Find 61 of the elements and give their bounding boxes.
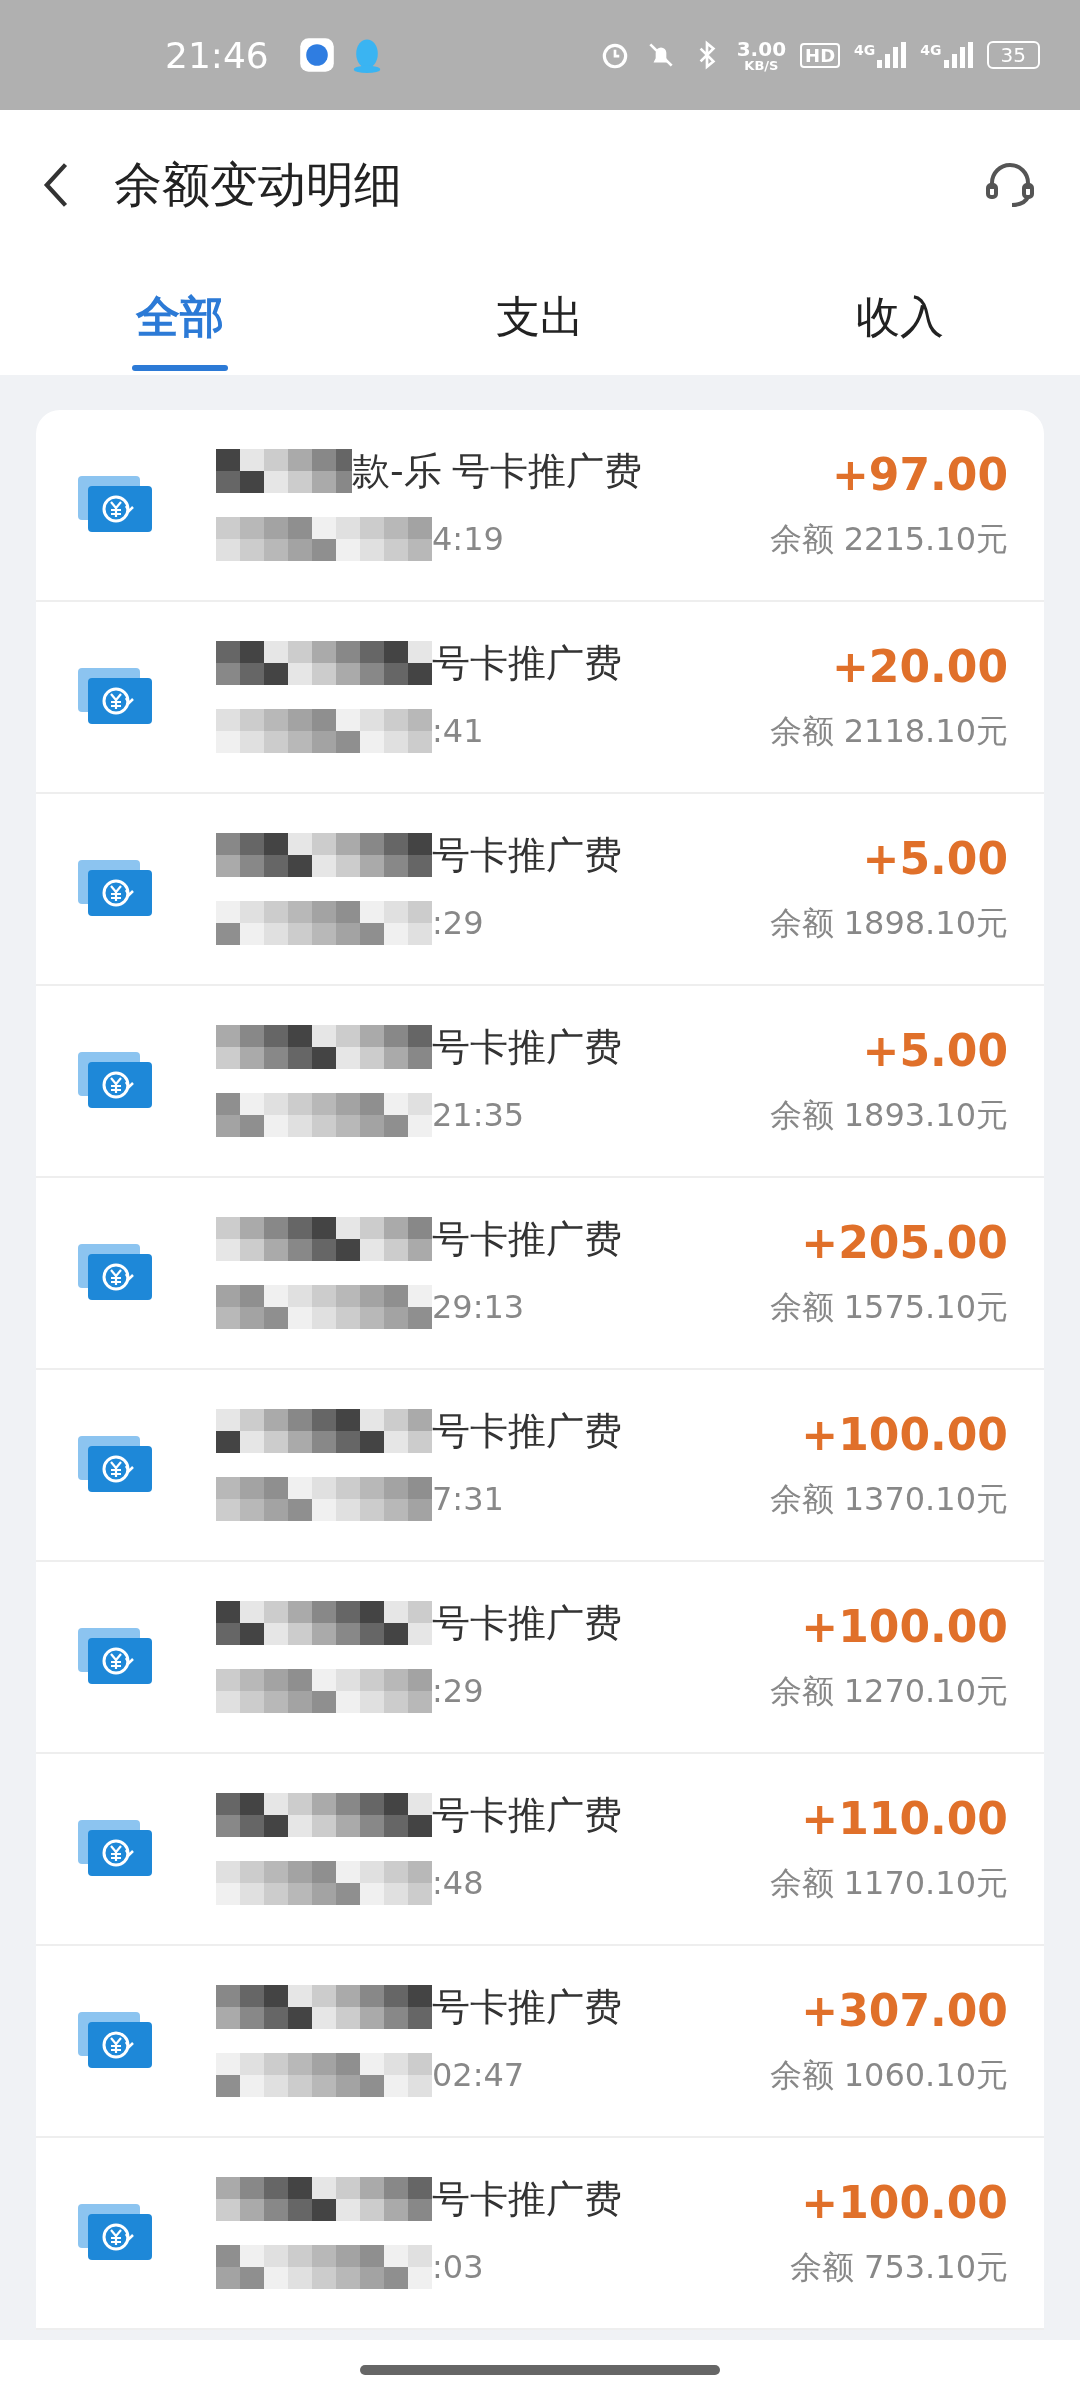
transaction-title: 号卡推广费 [432,1791,622,1839]
transaction-title: 号卡推广费 [432,1599,622,1647]
transaction-title: 号卡推广费 [432,1023,622,1071]
transaction-amount: +307.00 [801,1984,1008,2036]
transaction-row[interactable]: 号卡推广费 :03 +100.00 余额 753.10元 [36,2138,1044,2330]
transaction-title: 号卡推广费 [432,1215,622,1263]
balance-text: 余额 1370.10元 [769,1478,1008,1520]
transaction-title: 号卡推广费 [432,1983,622,2031]
transaction-time: 7:31 [432,1480,504,1518]
transaction-row[interactable]: 款-乐 号卡推广费 4:19 +97.00 余额 2215.10元 [36,410,1044,602]
transaction-amount: +5.00 [862,832,1008,884]
transaction-time: 02:47 [432,2056,525,2094]
transaction-amount: +100.00 [801,1408,1008,1460]
filter-tab[interactable]: 全部 [0,260,360,375]
balance-text: 余额 1893.10元 [769,1094,1008,1136]
transaction-title: 号卡推广费 [451,447,642,495]
transaction-row[interactable]: 号卡推广费 29:13 +205.00 余额 1575.10元 [36,1178,1044,1370]
transaction-amount: +100.00 [801,1600,1008,1652]
balance-text: 余额 1575.10元 [769,1286,1008,1328]
transaction-time: :48 [432,1864,484,1902]
transaction-amount: +205.00 [801,1216,1008,1268]
hd-badge: HD [800,42,841,68]
signal-indicator: 4G [854,42,907,68]
battery-indicator: 35 [986,41,1040,69]
transaction-amount: +110.00 [801,1792,1008,1844]
filter-tab[interactable]: 支出 [360,260,720,375]
transaction-amount: +100.00 [801,2176,1008,2228]
transaction-time: :03 [432,2248,484,2286]
balance-text: 余额 2118.10元 [769,710,1008,752]
transaction-row[interactable]: 号卡推广费 21:35 +5.00 余额 1893.10元 [36,986,1044,1178]
transaction-row[interactable]: 号卡推广费 :29 +5.00 余额 1898.10元 [36,794,1044,986]
signal-indicator: 4G [920,42,973,68]
transaction-time: 29:13 [432,1288,525,1326]
transaction-title: 号卡推广费 [432,639,622,687]
transaction-time: :29 [432,904,484,942]
transaction-amount: +20.00 [831,640,1008,692]
balance-text: 余额 1060.10元 [769,2054,1008,2096]
balance-text: 余额 1898.10元 [769,902,1008,944]
transaction-amount: +5.00 [862,1024,1008,1076]
transaction-title: 号卡推广费 [432,831,622,879]
filter-tab[interactable]: 收入 [720,260,1080,375]
transaction-time: 4:19 [432,520,504,558]
balance-text: 余额 2215.10元 [769,518,1008,560]
balance-text: 余额 753.10元 [789,2246,1008,2288]
transaction-row[interactable]: 号卡推广费 :41 +20.00 余额 2118.10元 [36,602,1044,794]
network-speed: 3.00 KB/S [736,38,787,72]
transaction-time: :41 [432,712,484,750]
status-time: 21:46 [165,34,269,76]
transaction-row[interactable]: 号卡推广费 :29 +100.00 余额 1270.10元 [36,1562,1044,1754]
transaction-row[interactable]: 号卡推广费 02:47 +307.00 余额 1060.10元 [36,1946,1044,2138]
transaction-amount: +97.00 [831,448,1008,500]
transaction-time: :29 [432,1672,484,1710]
transaction-title: 号卡推广费 [432,2175,622,2223]
transaction-row[interactable]: 号卡推广费 7:31 +100.00 余额 1370.10元 [36,1370,1044,1562]
transaction-title: 号卡推广费 [432,1407,622,1455]
app-icon [298,37,335,73]
page-title: 余额变动明细 [114,155,402,214]
balance-text: 余额 1170.10元 [769,1862,1008,1904]
transaction-time: 21:35 [432,1096,525,1134]
balance-text: 余额 1270.10元 [769,1670,1008,1712]
transaction-row[interactable]: 号卡推广费 :48 +110.00 余额 1170.10元 [36,1754,1044,1946]
